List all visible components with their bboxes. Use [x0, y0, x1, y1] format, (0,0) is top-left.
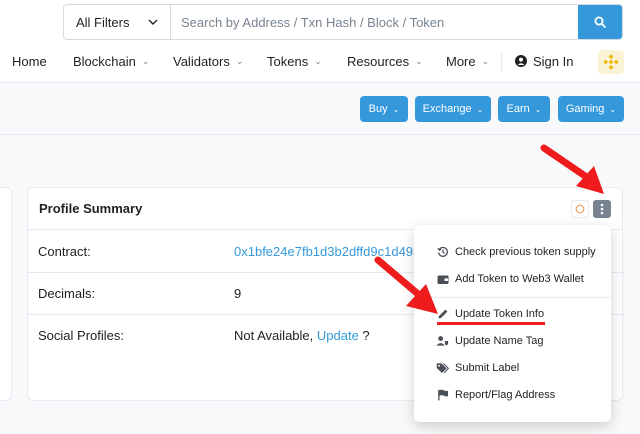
gaming-label: Gaming — [565, 103, 605, 115]
menu-item-label: Update Token Info — [455, 308, 545, 320]
chevron-down-icon: ⌄ — [476, 104, 484, 114]
sign-in-label: Sign In — [533, 53, 574, 69]
social-profiles-value: Not Available, Update ? — [234, 328, 370, 343]
nav-item-more[interactable]: More ⌄ — [446, 54, 489, 69]
chevron-down-icon: ⌄ — [609, 104, 617, 114]
contract-label: Contract: — [38, 243, 91, 259]
ellipsis-vertical-icon — [600, 203, 604, 215]
tags-icon — [436, 362, 449, 375]
nav-item-validators[interactable]: Validators ⌄ — [173, 54, 243, 69]
annotation-arrow-icon — [540, 144, 604, 194]
bnb-logo-icon — [603, 54, 619, 70]
annotation-underline — [437, 322, 545, 325]
social-profiles-text: Not Available, — [234, 327, 314, 343]
chevron-down-icon: ⌄ — [481, 55, 490, 66]
chevron-down-icon: ⌄ — [141, 55, 150, 66]
loading-circle-icon — [575, 204, 585, 214]
chevron-down-icon: ⌄ — [415, 55, 423, 66]
chevron-down-icon: ⌄ — [392, 104, 400, 114]
gaming-button[interactable]: Gaming ⌄ — [558, 96, 624, 122]
nav-label: Blockchain — [73, 53, 136, 69]
menu-item-label: Update Name Tag — [455, 335, 544, 347]
chevron-down-icon — [148, 19, 158, 25]
more-options-button[interactable] — [593, 200, 611, 218]
search-icon — [594, 16, 606, 28]
update-social-link[interactable]: Update — [317, 328, 359, 343]
menu-item-label: Check previous token supply — [455, 246, 596, 258]
search-filter-label: All Filters — [76, 14, 130, 30]
earn-label: Earn — [506, 103, 530, 115]
search-input[interactable] — [171, 5, 578, 39]
buy-label: Buy — [368, 103, 388, 115]
chevron-down-icon: ⌄ — [235, 55, 244, 66]
search-bar: All Filters — [63, 4, 623, 40]
decimals-value: 9 — [234, 285, 242, 301]
main-nav: Home Blockchain ⌄ Validators ⌄ Tokens ⌄ … — [0, 44, 640, 78]
nav-divider — [501, 52, 502, 72]
nav-label: Validators — [173, 53, 230, 69]
nav-item-tokens[interactable]: Tokens ⌄ — [267, 54, 322, 69]
chevron-down-icon: ⌄ — [314, 55, 322, 66]
earn-button[interactable]: Earn ⌄ — [498, 96, 550, 122]
menu-item-report-flag[interactable]: Report/Flag Address — [414, 382, 611, 408]
user-circle-icon — [515, 55, 527, 67]
nav-label: More — [446, 53, 476, 69]
menu-item-submit-label[interactable]: Submit Label — [414, 355, 611, 381]
exchange-label: Exchange — [422, 103, 472, 115]
flag-icon — [436, 389, 449, 402]
menu-item-label: Submit Label — [455, 362, 520, 374]
menu-item-label: Add Token to Web3 Wallet — [455, 273, 584, 285]
nav-label: Tokens — [267, 53, 309, 69]
decimals-label: Decimals: — [38, 285, 96, 301]
chevron-down-icon: ⌄ — [534, 104, 542, 114]
sub-header-divider — [0, 134, 640, 135]
annotation-arrow-icon — [374, 256, 438, 314]
menu-item-label: Report/Flag Address — [455, 389, 556, 401]
menu-item-update-name-tag[interactable]: Update Name Tag — [414, 328, 611, 354]
search-button[interactable] — [578, 5, 622, 39]
nav-label: Resources — [347, 53, 410, 69]
search-filter-select[interactable]: All Filters — [64, 5, 171, 39]
help-icon[interactable]: ? — [359, 328, 369, 343]
nav-item-blockchain[interactable]: Blockchain ⌄ — [73, 54, 149, 69]
sign-in-link[interactable]: Sign In — [515, 54, 573, 69]
social-profiles-label: Social Profiles: — [38, 327, 124, 343]
network-badge[interactable] — [598, 50, 624, 74]
refresh-button[interactable] — [571, 200, 589, 218]
nav-label: Home — [12, 53, 47, 69]
card-header: Profile Summary — [28, 188, 622, 230]
nav-item-resources[interactable]: Resources ⌄ — [347, 54, 423, 69]
user-tag-icon — [436, 335, 449, 348]
overview-card-edge — [0, 187, 12, 401]
exchange-button[interactable]: Exchange ⌄ — [415, 96, 491, 122]
buy-button[interactable]: Buy ⌄ — [360, 96, 408, 122]
nav-item-home[interactable]: Home — [12, 54, 47, 69]
card-title: Profile Summary — [39, 201, 143, 216]
